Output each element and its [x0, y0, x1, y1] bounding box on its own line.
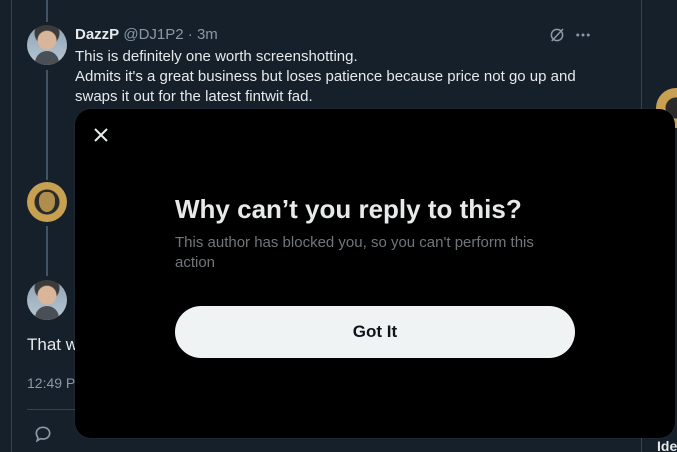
grok-icon[interactable]: [548, 26, 566, 44]
reply-text-fragment: That w: [27, 335, 79, 354]
header-separator: ·: [187, 26, 193, 43]
sidebar-text-fragment: Ide: [657, 438, 677, 452]
thread-line-middle: [46, 70, 48, 180]
tweet-line: Admits it's a great business but loses p…: [75, 68, 576, 85]
got-it-button[interactable]: Got It: [175, 306, 575, 358]
reply-author-avatar[interactable]: [27, 280, 67, 320]
tweet-time[interactable]: 3m: [197, 26, 218, 43]
tweet-line: swaps it out for the latest fintwit fad.: [75, 88, 313, 105]
thread-line-top: [46, 0, 48, 22]
tweet-line: This is definitely one worth screenshott…: [75, 48, 358, 65]
lion-avatar[interactable]: [27, 182, 67, 222]
author-handle[interactable]: @DJ1P2: [123, 26, 183, 43]
reply-icon[interactable]: [33, 424, 53, 444]
reply-timestamp[interactable]: 12:49 P: [27, 375, 75, 391]
blocked-reply-dialog: Why can’t you reply to this? This author…: [75, 109, 675, 438]
tweet-header: DazzP @DJ1P2 · 3m: [75, 26, 218, 44]
more-icon[interactable]: [574, 26, 592, 44]
dialog-description: This author has blocked you, so you can'…: [175, 234, 534, 271]
tweet-text: This is definitely one worth screenshott…: [75, 47, 615, 107]
column-border-left: [11, 0, 12, 452]
close-icon: [94, 128, 108, 142]
thread-line-lower: [46, 226, 48, 276]
author-avatar[interactable]: [27, 25, 67, 65]
close-button[interactable]: [89, 123, 113, 147]
dialog-title: Why can’t you reply to this?: [175, 194, 522, 224]
page: DazzP @DJ1P2 · 3m This is definitely one…: [0, 0, 677, 452]
author-display-name[interactable]: DazzP: [75, 26, 119, 43]
